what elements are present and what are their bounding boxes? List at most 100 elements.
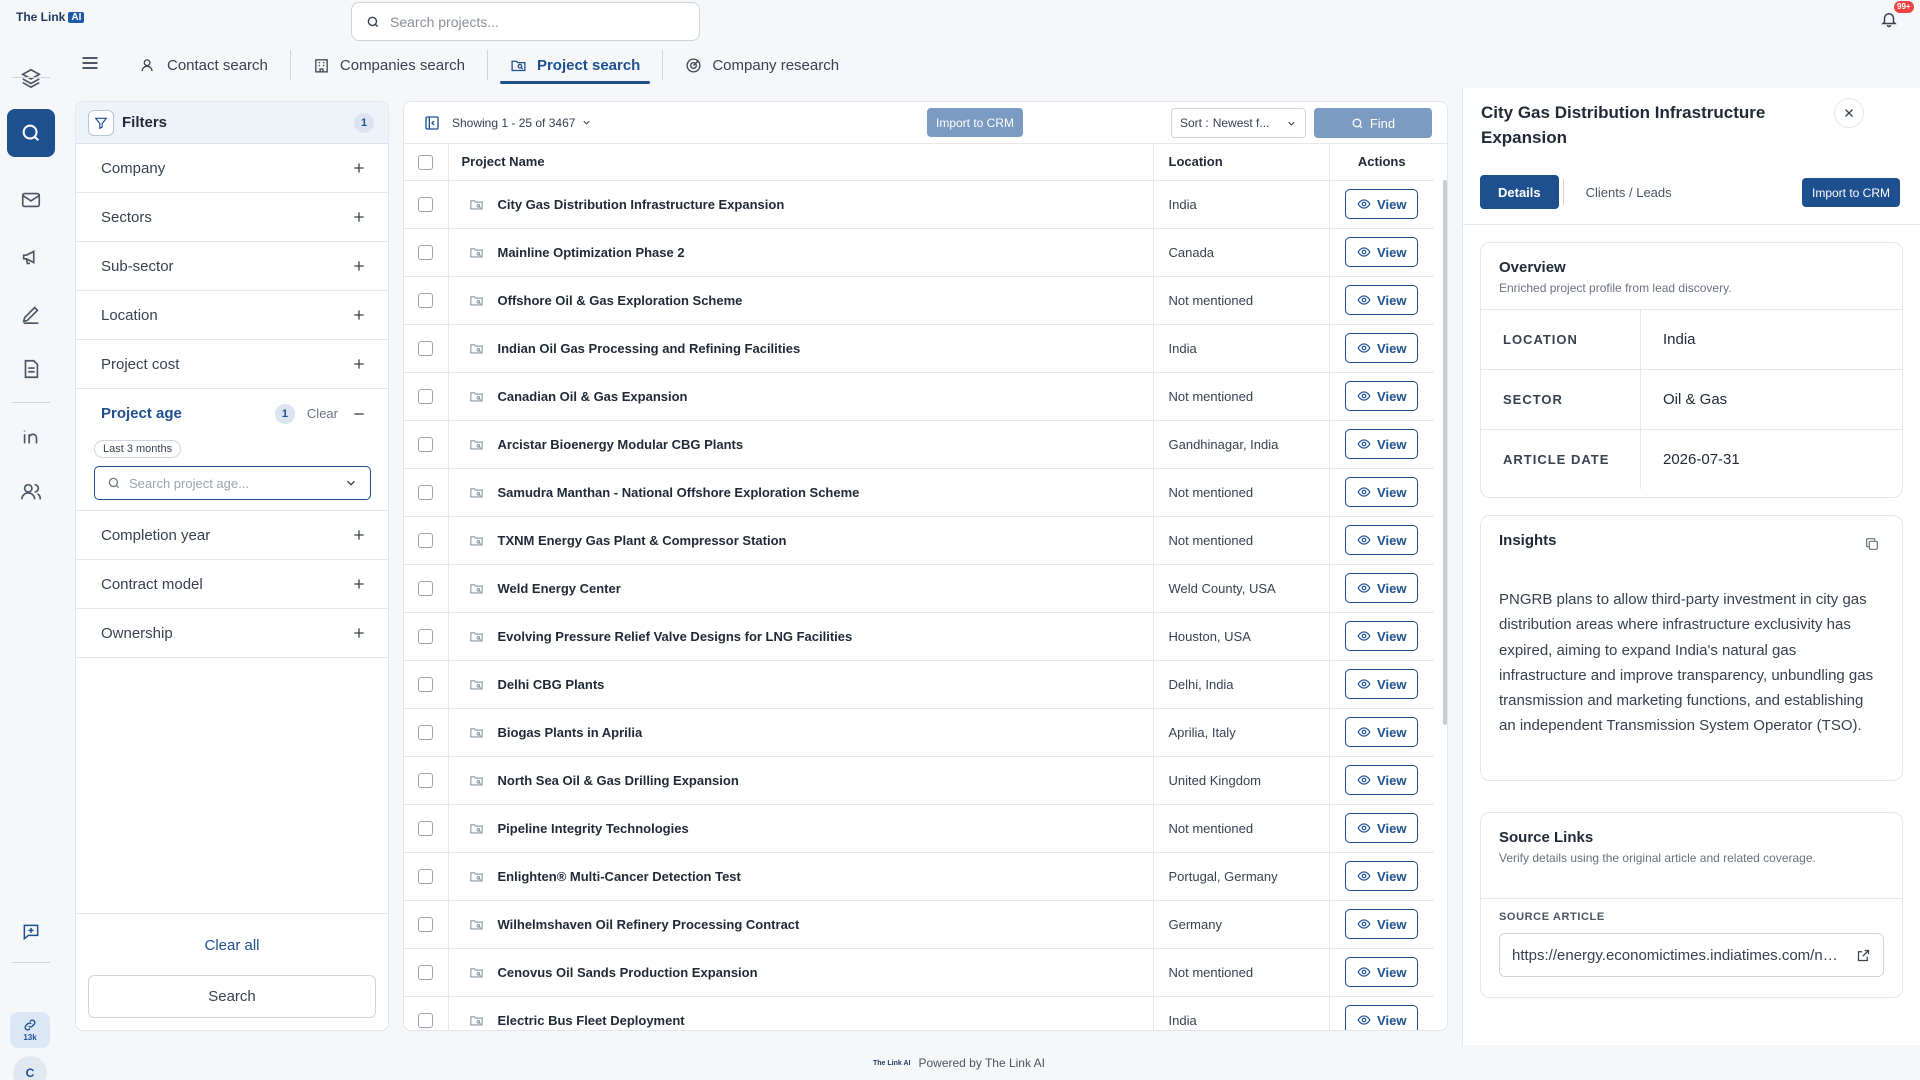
close-button[interactable]: [1834, 98, 1864, 128]
row-checkbox[interactable]: [418, 869, 434, 885]
sort-select[interactable]: Sort : Newest f...: [1171, 108, 1306, 138]
column-location[interactable]: Location: [1153, 144, 1330, 181]
copy-icon[interactable]: [1864, 536, 1880, 552]
project-name-cell[interactable]: Offshore Oil & Gas Exploration Scheme: [448, 276, 1154, 325]
plus-icon[interactable]: [352, 259, 366, 273]
project-name[interactable]: Electric Bus Fleet Deployment: [498, 1013, 685, 1028]
table-scrollbar[interactable]: [1443, 180, 1447, 725]
view-button[interactable]: View: [1345, 429, 1419, 459]
row-checkbox[interactable]: [418, 197, 434, 213]
project-name-cell[interactable]: Electric Bus Fleet Deployment: [448, 996, 1154, 1030]
table-row[interactable]: Samudra Manthan - National Offshore Expl…: [404, 468, 1434, 517]
row-checkbox[interactable]: [418, 533, 434, 549]
filter-sectors[interactable]: Sectors: [76, 193, 388, 242]
project-name[interactable]: Offshore Oil & Gas Exploration Scheme: [498, 293, 743, 308]
table-row[interactable]: City Gas Distribution Infrastructure Exp…: [404, 180, 1434, 229]
documents-nav[interactable]: [7, 345, 55, 393]
table-row[interactable]: Enlighten® Multi-Cancer Detection Test Po…: [404, 852, 1434, 901]
view-button[interactable]: View: [1345, 813, 1419, 843]
tab-clients-leads[interactable]: Clients / Leads: [1568, 175, 1690, 209]
project-name[interactable]: North Sea Oil & Gas Drilling Expansion: [498, 773, 739, 788]
search-button[interactable]: Search: [88, 975, 376, 1018]
view-button[interactable]: View: [1345, 1005, 1419, 1030]
source-article-link[interactable]: https://energy.economictimes.indiatimes.…: [1499, 933, 1884, 977]
table-row[interactable]: Offshore Oil & Gas Exploration Scheme Not…: [404, 276, 1434, 325]
tab-company-research[interactable]: Company research: [675, 50, 849, 80]
row-checkbox[interactable]: [418, 293, 434, 309]
project-name[interactable]: TXNM Energy Gas Plant & Compressor Stati…: [498, 533, 787, 548]
project-name[interactable]: Delhi CBG Plants: [498, 677, 605, 692]
select-all-checkbox[interactable]: [418, 154, 434, 170]
plus-icon[interactable]: [352, 161, 366, 175]
view-button[interactable]: View: [1345, 381, 1419, 411]
minus-icon[interactable]: [352, 407, 366, 421]
tab-project-search[interactable]: Project search: [499, 50, 651, 84]
filter-completion-year[interactable]: Completion year: [76, 511, 388, 560]
view-button[interactable]: View: [1345, 861, 1419, 891]
table-row[interactable]: Weld Energy Center Weld County, USA View: [404, 564, 1434, 613]
plus-icon[interactable]: [352, 210, 366, 224]
source-url[interactable]: https://energy.economictimes.indiatimes.…: [1512, 947, 1846, 964]
row-checkbox[interactable]: [418, 437, 434, 453]
row-checkbox[interactable]: [418, 773, 434, 789]
project-name[interactable]: Arcistar Bioenergy Modular CBG Plants: [498, 437, 744, 452]
plus-icon[interactable]: [352, 528, 366, 542]
row-checkbox[interactable]: [418, 485, 434, 501]
collapse-panel-icon[interactable]: [424, 115, 440, 131]
table-row[interactable]: Delhi CBG Plants Delhi, India View: [404, 660, 1434, 709]
project-name-cell[interactable]: Enlighten® Multi-Cancer Detection Test: [448, 852, 1154, 901]
project-name-cell[interactable]: Cenovus Oil Sands Production Expansion: [448, 948, 1154, 997]
row-checkbox[interactable]: [418, 341, 434, 357]
brand-logo[interactable]: The Link AI: [16, 10, 85, 24]
project-name[interactable]: Indian Oil Gas Processing and Refining F…: [498, 341, 801, 356]
view-button[interactable]: View: [1345, 669, 1419, 699]
layers-nav[interactable]: [7, 54, 55, 102]
import-to-crm-button[interactable]: Import to CRM: [927, 108, 1024, 137]
filter-ownership[interactable]: Ownership: [76, 609, 388, 658]
plus-icon[interactable]: [352, 308, 366, 322]
table-row[interactable]: North Sea Oil & Gas Drilling Expansion Un…: [404, 756, 1434, 805]
row-checkbox[interactable]: [418, 917, 434, 933]
project-name-cell[interactable]: Arcistar Bioenergy Modular CBG Plants: [448, 420, 1154, 469]
project-name-cell[interactable]: Biogas Plants in Aprilia: [448, 708, 1154, 757]
project-name-cell[interactable]: Wilhelmshaven Oil Refinery Processing Co…: [448, 900, 1154, 949]
avatar[interactable]: C: [13, 1056, 47, 1080]
plus-icon[interactable]: [352, 626, 366, 640]
linkedin-nav[interactable]: [7, 413, 55, 461]
view-button[interactable]: View: [1345, 765, 1419, 795]
find-button[interactable]: Find: [1314, 108, 1432, 138]
row-checkbox[interactable]: [418, 581, 434, 597]
row-checkbox[interactable]: [418, 389, 434, 405]
project-name[interactable]: Biogas Plants in Aprilia: [498, 725, 643, 740]
detail-import-to-crm-button[interactable]: Import to CRM: [1802, 178, 1901, 207]
project-name-cell[interactable]: City Gas Distribution Infrastructure Exp…: [448, 180, 1154, 229]
project-name-cell[interactable]: Weld Energy Center: [448, 564, 1154, 613]
project-name[interactable]: Samudra Manthan - National Offshore Expl…: [498, 485, 860, 500]
table-row[interactable]: Indian Oil Gas Processing and Refining F…: [404, 324, 1434, 373]
table-row[interactable]: Electric Bus Fleet Deployment India View: [404, 996, 1434, 1030]
mail-nav[interactable]: [7, 176, 55, 224]
table-row[interactable]: TXNM Energy Gas Plant & Compressor Stati…: [404, 516, 1434, 565]
project-name[interactable]: Enlighten® Multi-Cancer Detection Test: [498, 869, 741, 884]
external-link-icon[interactable]: [1856, 948, 1871, 963]
team-nav[interactable]: [7, 468, 55, 516]
project-search-bar[interactable]: Search projects...: [351, 2, 700, 41]
view-button[interactable]: View: [1345, 237, 1419, 267]
search-nav[interactable]: [7, 109, 55, 157]
table-row[interactable]: Wilhelmshaven Oil Refinery Processing Co…: [404, 900, 1434, 949]
table-row[interactable]: Cenovus Oil Sands Production Expansion No…: [404, 948, 1434, 997]
project-name[interactable]: City Gas Distribution Infrastructure Exp…: [498, 197, 785, 212]
filter-project-age[interactable]: Project age 1 Clear: [76, 389, 388, 438]
project-name-cell[interactable]: Mainline Optimization Phase 2: [448, 228, 1154, 277]
filter-project-cost[interactable]: Project cost: [76, 340, 388, 389]
view-button[interactable]: View: [1345, 957, 1419, 987]
compose-nav[interactable]: [7, 290, 55, 338]
project-name-cell[interactable]: Indian Oil Gas Processing and Refining F…: [448, 324, 1154, 373]
project-name-cell[interactable]: Pipeline Integrity Technologies: [448, 804, 1154, 853]
selected-chip[interactable]: Last 3 months: [94, 440, 182, 458]
project-age-clear[interactable]: Clear: [307, 406, 338, 421]
row-checkbox[interactable]: [418, 245, 434, 261]
menu-button[interactable]: [80, 53, 100, 76]
project-name-cell[interactable]: Evolving Pressure Relief Valve Designs f…: [448, 612, 1154, 661]
notifications-button[interactable]: 99+: [1880, 1, 1914, 31]
